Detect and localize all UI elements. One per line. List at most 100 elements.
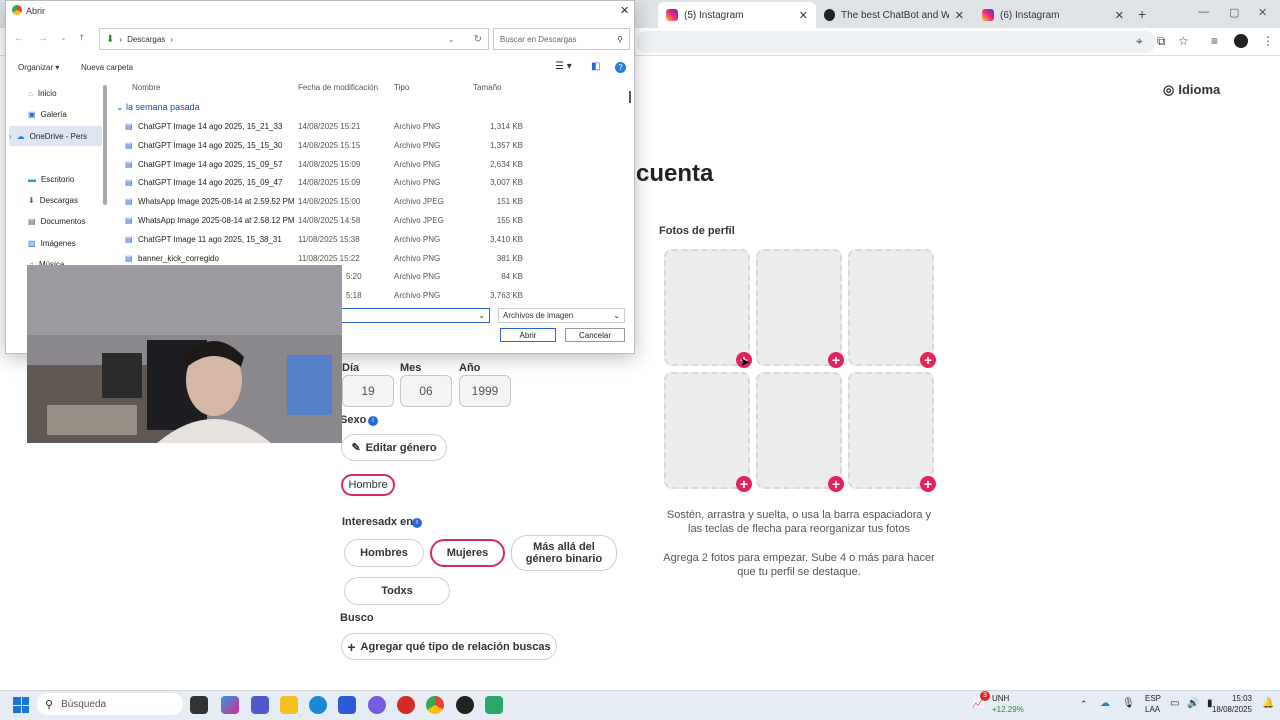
clock-time[interactable]: 15:03 — [1226, 694, 1252, 703]
nav-scrollbar[interactable] — [103, 85, 107, 205]
path-dropdown-icon[interactable]: ⌄ — [448, 35, 455, 44]
cancel-button[interactable]: Cancelar — [565, 328, 625, 342]
new-folder-button[interactable]: Nueva carpeta — [81, 63, 133, 72]
interest-option-all[interactable]: Todxs — [344, 577, 450, 605]
minimize-icon[interactable]: — — [1198, 6, 1209, 18]
file-row[interactable]: ▤ ChatGPT Image 11 ago 2025, 15_38_31 11/0… — [111, 230, 551, 249]
interest-option-nonbinary[interactable]: Más allá del género binario — [511, 535, 617, 571]
close-icon[interactable]: ✕ — [799, 9, 808, 22]
taskbar-search[interactable]: ⚲ Búsqueda — [37, 693, 183, 715]
file-row[interactable]: ▤ ChatGPT Image 14 ago 2025, 15_21_33 14/0… — [111, 117, 551, 136]
tab-chatbot[interactable]: The best ChatBot and Widgets ✕ — [816, 2, 972, 28]
file-type-select[interactable]: Archivos de imagen ⌄ — [498, 308, 625, 323]
photo-slot[interactable] — [848, 372, 934, 489]
microphone-icon[interactable]: 🎙 — [1122, 698, 1135, 709]
bookmark-star-icon[interactable]: ☆ — [1178, 34, 1189, 48]
volume-icon[interactable]: 🔊 — [1187, 698, 1199, 709]
month-field[interactable]: 06 — [400, 375, 452, 407]
photo-slot[interactable] — [756, 249, 842, 366]
nav-item-pictures[interactable]: ▨ Imágenes — [28, 233, 76, 253]
file-row[interactable]: ▤ ChatGPT Image 14 ago 2025, 15_15_30 14/0… — [111, 136, 551, 155]
file-row[interactable]: ▤ ChatGPT Image 14 ago 2025, 15_09_47 14/0… — [111, 173, 551, 192]
chrome-taskbar-icon[interactable] — [426, 696, 444, 714]
year-field[interactable]: 1999 — [459, 375, 511, 407]
install-icon[interactable]: ⧉ — [1157, 34, 1166, 49]
language-button[interactable]: ◎ Idioma — [1163, 82, 1220, 98]
preview-pane-icon[interactable]: ◧ — [591, 61, 600, 72]
back-icon[interactable]: ← — [14, 33, 24, 44]
keyboard-layout[interactable]: LAA — [1145, 705, 1160, 714]
discord-icon[interactable] — [368, 696, 386, 714]
maximize-icon[interactable]: ▢ — [1229, 6, 1239, 19]
onedrive-tray-icon[interactable]: ☁ — [1100, 698, 1110, 709]
store-icon[interactable] — [338, 696, 356, 714]
photo-slot[interactable] — [664, 249, 750, 366]
dialog-search-input[interactable]: Buscar en Descargas ⚲ — [493, 28, 630, 50]
nav-item-gallery[interactable]: ▣ Galería — [28, 104, 67, 124]
day-field[interactable]: 19 — [342, 375, 394, 407]
col-size[interactable]: Tamaño — [473, 83, 501, 92]
app-green-icon[interactable] — [485, 696, 503, 714]
nav-item-desktop[interactable]: ▬ Escritorio — [28, 169, 74, 189]
profile-avatar[interactable] — [1234, 34, 1248, 48]
organize-button[interactable]: Organizar ▾ — [18, 63, 59, 72]
location-icon[interactable]: ⌖ — [1136, 34, 1143, 49]
recent-locations-icon[interactable]: ⌄ — [60, 33, 67, 42]
add-photo-icon[interactable]: + — [736, 476, 752, 492]
nav-item-onedrive[interactable]: › ☁ OneDrive - Pers — [9, 126, 102, 146]
teams-icon[interactable] — [251, 696, 269, 714]
edit-gender-button[interactable]: ✎ Editar género — [341, 434, 447, 461]
tab-instagram-5[interactable]: (5) Instagram ✕ — [658, 2, 816, 28]
info-icon[interactable]: i — [368, 416, 378, 426]
add-photo-icon[interactable]: + — [920, 476, 936, 492]
edge-icon[interactable] — [309, 696, 327, 714]
add-photo-icon[interactable]: + — [920, 352, 936, 368]
photo-slot[interactable] — [756, 372, 842, 489]
photo-slot[interactable] — [848, 249, 934, 366]
new-tab-button[interactable]: + — [1138, 6, 1146, 22]
info-icon[interactable]: i — [412, 518, 422, 528]
nav-item-documents[interactable]: ▤ Documentos — [28, 211, 85, 231]
add-photo-icon[interactable]: + — [828, 476, 844, 492]
clock-date[interactable]: 18/08/2025 — [1208, 705, 1252, 714]
github-taskbar-icon[interactable] — [456, 696, 474, 714]
col-date[interactable]: Fecha de modificación — [298, 83, 378, 92]
dialog-close-icon[interactable]: ✕ — [620, 4, 629, 17]
up-icon[interactable]: ↑ — [79, 32, 84, 43]
more-menu-icon[interactable]: ⋮ — [1262, 34, 1274, 48]
add-relationship-button[interactable]: + Agregar qué tipo de relación buscas — [341, 633, 557, 660]
file-list-scrollbar[interactable] — [629, 91, 631, 103]
interest-option-women[interactable]: Mujeres — [430, 539, 505, 567]
photo-slot[interactable] — [664, 372, 750, 489]
breadcrumb[interactable]: Descargas — [127, 35, 165, 44]
close-window-icon[interactable]: ✕ — [1258, 6, 1267, 19]
interest-option-men[interactable]: Hombres — [344, 539, 424, 567]
col-name[interactable]: Nombre — [132, 83, 160, 92]
file-row[interactable]: ▤ ChatGPT Image 14 ago 2025, 15_09_57 14/0… — [111, 155, 551, 174]
copilot-icon[interactable] — [221, 696, 239, 714]
filename-input[interactable]: ⌄ — [330, 308, 490, 323]
add-photo-icon[interactable]: + — [828, 352, 844, 368]
close-icon[interactable]: ✕ — [955, 9, 964, 22]
task-view-icon[interactable] — [190, 696, 208, 714]
input-language[interactable]: ESP — [1145, 694, 1161, 703]
close-icon[interactable]: ✕ — [1115, 9, 1124, 22]
media-icon[interactable]: ≡ — [1211, 34, 1218, 48]
refresh-icon[interactable]: ↻ — [474, 34, 482, 45]
url-input[interactable] — [636, 31, 1156, 53]
open-button[interactable]: Abrir — [500, 328, 556, 342]
col-type[interactable]: Tipo — [394, 83, 409, 92]
network-icon[interactable]: ▭ — [1170, 698, 1179, 709]
app-red-icon[interactable] — [397, 696, 415, 714]
file-row[interactable]: ▤ WhatsApp Image 2025-08-14 at 2.59.52 PM… — [111, 192, 551, 211]
path-bar[interactable]: ⬇ › Descargas › ⌄ ↻ — [99, 28, 489, 50]
gender-chip[interactable]: Hombre — [341, 474, 395, 496]
tab-instagram-6[interactable]: (6) Instagram ✕ — [974, 2, 1132, 28]
notifications-icon[interactable]: 🔔 — [1262, 698, 1274, 709]
tray-chevron-icon[interactable]: ⌃ — [1080, 699, 1088, 710]
help-icon[interactable]: ? — [615, 62, 626, 73]
file-row[interactable]: ▤ WhatsApp Image 2025-08-14 at 2.58.12 PM… — [111, 211, 551, 230]
group-header[interactable]: ⌄ la semana pasada — [116, 102, 200, 113]
start-button[interactable] — [13, 697, 29, 713]
view-options-icon[interactable]: ☰ ▾ — [555, 61, 572, 72]
